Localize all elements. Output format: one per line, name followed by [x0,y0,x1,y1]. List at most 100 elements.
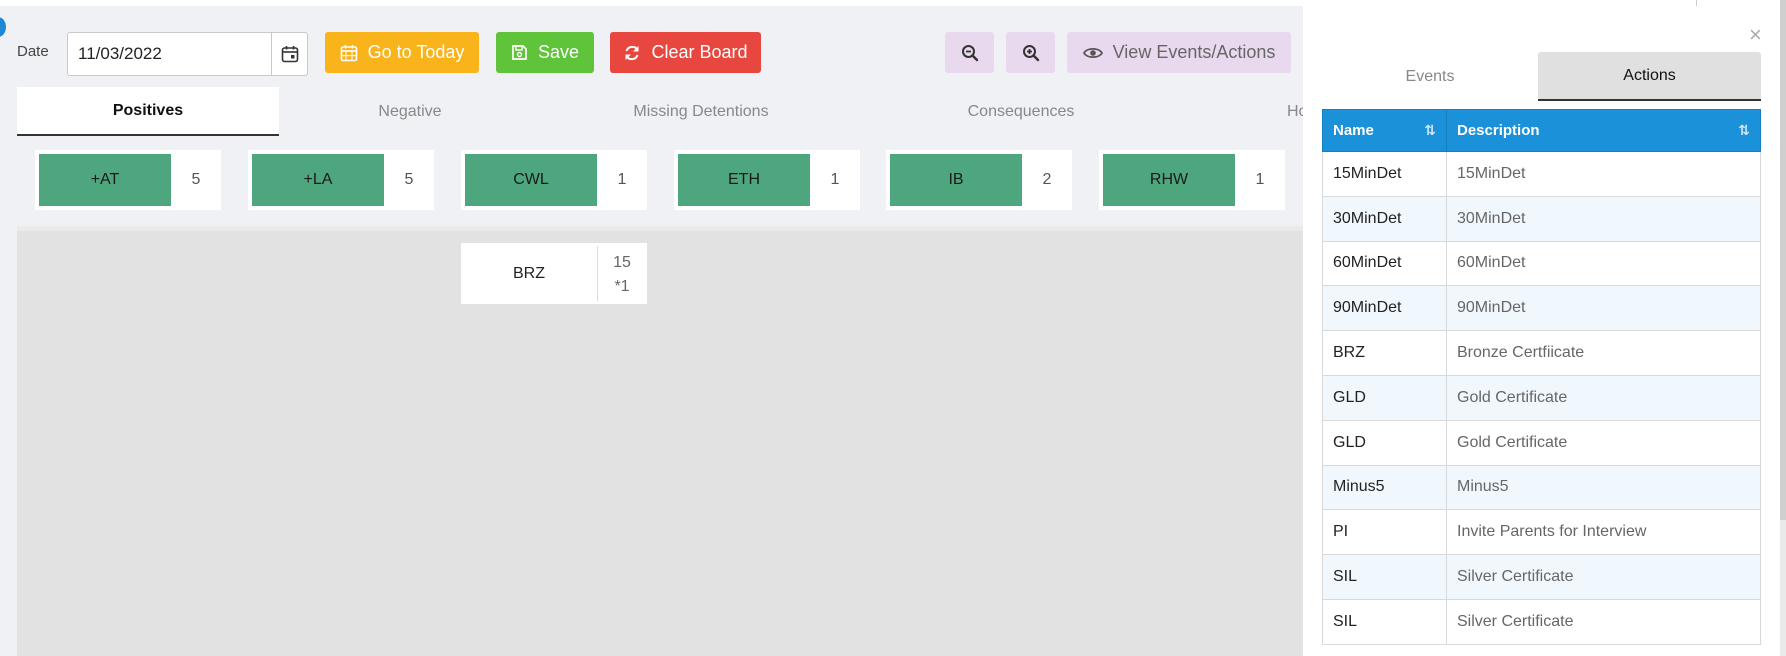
table-row[interactable]: PI Invite Parents for Interview [1322,509,1761,556]
cell-name: 60MinDet [1322,240,1447,287]
table-row[interactable]: GLD Gold Certificate [1322,374,1761,421]
zoom-out-icon [961,44,978,61]
board-area[interactable]: BRZ 15 *1 [17,226,1303,656]
table-row[interactable]: SIL Silver Certificate [1322,598,1761,645]
zoom-out-button[interactable] [945,32,994,73]
tab-ho[interactable]: Ho [1287,87,1303,136]
cell-name: BRZ [1322,330,1447,376]
cell-name: SIL [1322,598,1447,645]
view-events-actions-button[interactable]: View Events/Actions [1067,32,1291,73]
table-row[interactable]: GLD Gold Certificate [1322,419,1761,466]
tab-missing-detentions[interactable]: Missing Detentions [541,87,861,136]
tab-events[interactable]: Events [1322,52,1538,101]
card-item[interactable]: CWL 1 [461,150,647,210]
go-to-today-button[interactable]: Go to Today [325,32,479,73]
go-to-today-label: Go to Today [367,42,465,62]
cell-name: Minus5 [1322,464,1447,511]
table-row[interactable]: 60MinDet 60MinDet [1322,240,1761,287]
cell-name: PI [1322,509,1447,556]
card-count: 1 [830,171,840,188]
board-card-count-total: 15 [613,254,631,271]
card-label: +AT [39,154,171,206]
table-row[interactable]: 15MinDet 15MinDet [1322,151,1761,197]
category-tabs: Positives Negative Missing Detentions Co… [17,87,1303,136]
cell-description: Gold Certificate [1446,419,1761,466]
table-row[interactable]: BRZ Bronze Certfiicate [1322,330,1761,376]
actions-table: Name ⇅ Description ⇅ 15MinDet 15MinDet 30… [1322,109,1761,645]
column-header-description[interactable]: Description ⇅ [1446,109,1761,152]
events-actions-panel: × Events Actions Name ⇅ Description ⇅ 15… [1303,0,1786,656]
table-row[interactable]: SIL Silver Certificate [1322,554,1761,600]
close-icon[interactable]: × [1749,24,1762,46]
card-count: 5 [191,171,201,188]
cell-description: Bronze Certfiicate [1446,330,1761,376]
panel-scrollbar[interactable] [1780,0,1786,656]
table-row[interactable]: 90MinDet 90MinDet [1322,285,1761,332]
save-button[interactable]: Save [496,32,594,73]
eye-icon [1082,47,1103,58]
table-row[interactable]: 30MinDet 30MinDet [1322,195,1761,242]
positive-cards: +AT 5 +LA 5 CWL 1 ETH 1 IB 2 RHW 1 [17,136,1303,226]
panel-scrollbar-thumb[interactable] [1780,0,1786,520]
card-item[interactable]: +LA 5 [248,150,434,210]
cell-name: GLD [1322,374,1447,421]
table-header-row: Name ⇅ Description ⇅ [1322,109,1761,152]
zoom-in-icon [1022,44,1039,61]
cell-description: Minus5 [1446,464,1761,511]
cell-description: 90MinDet [1446,285,1761,332]
date-label: Date [17,43,49,60]
cell-description: 60MinDet [1446,240,1761,287]
zoom-in-button[interactable] [1006,32,1055,73]
sort-icon[interactable]: ⇅ [1738,122,1750,139]
table-row[interactable]: Minus5 Minus5 [1322,464,1761,511]
card-label: CWL [465,154,597,206]
card-label: ETH [678,154,810,206]
column-header-name-label: Name [1333,122,1374,139]
tab-positives[interactable]: Positives [17,87,279,136]
top-strip [0,0,1303,6]
board-card[interactable]: BRZ 15 *1 [461,243,647,304]
cell-description: Invite Parents for Interview [1446,509,1761,556]
view-events-actions-label: View Events/Actions [1112,42,1276,62]
card-item[interactable]: IB 2 [886,150,1072,210]
board-main: Date Go [0,0,1303,656]
date-input[interactable] [68,33,272,75]
cell-name: 90MinDet [1322,285,1447,332]
sort-ascending-icon[interactable]: ⇅ [1424,122,1436,139]
floppy-icon [512,45,527,60]
tab-consequences[interactable]: Consequences [861,87,1181,136]
board-card-count-multiplier: *1 [614,278,630,295]
cell-description: Silver Certificate [1446,554,1761,600]
calendar-icon [281,46,298,63]
card-label: +LA [252,154,384,206]
tab-negative[interactable]: Negative [279,87,541,136]
toolbar: Date Go [0,28,1303,76]
save-label: Save [537,42,580,62]
cell-name: 30MinDet [1322,195,1447,242]
clear-board-button[interactable]: Clear Board [610,32,761,73]
board-card-count: 15 *1 [597,251,647,299]
card-count: 5 [404,171,414,188]
card-count: 1 [617,171,627,188]
card-label: IB [890,154,1022,206]
panel-top-strip [1303,0,1786,6]
column-header-description-label: Description [1457,122,1540,139]
calendar-icon [340,44,357,61]
cell-description: 30MinDet [1446,195,1761,242]
calendar-button[interactable] [271,33,307,75]
card-label: RHW [1103,154,1235,206]
cell-description: Silver Certificate [1446,598,1761,645]
column-header-name[interactable]: Name ⇅ [1322,109,1447,152]
card-count: 2 [1042,171,1052,188]
board-card-label: BRZ [513,264,545,282]
cell-name: SIL [1322,554,1447,600]
card-item[interactable]: ETH 1 [674,150,860,210]
tab-actions[interactable]: Actions [1538,52,1761,101]
card-count: 1 [1255,171,1265,188]
date-picker [67,32,308,76]
cell-description: Gold Certificate [1446,374,1761,421]
panel-top-divider [1696,0,1697,6]
card-item[interactable]: +AT 5 [35,150,221,210]
card-item[interactable]: RHW 1 [1099,150,1285,210]
clear-board-label: Clear Board [651,42,748,62]
